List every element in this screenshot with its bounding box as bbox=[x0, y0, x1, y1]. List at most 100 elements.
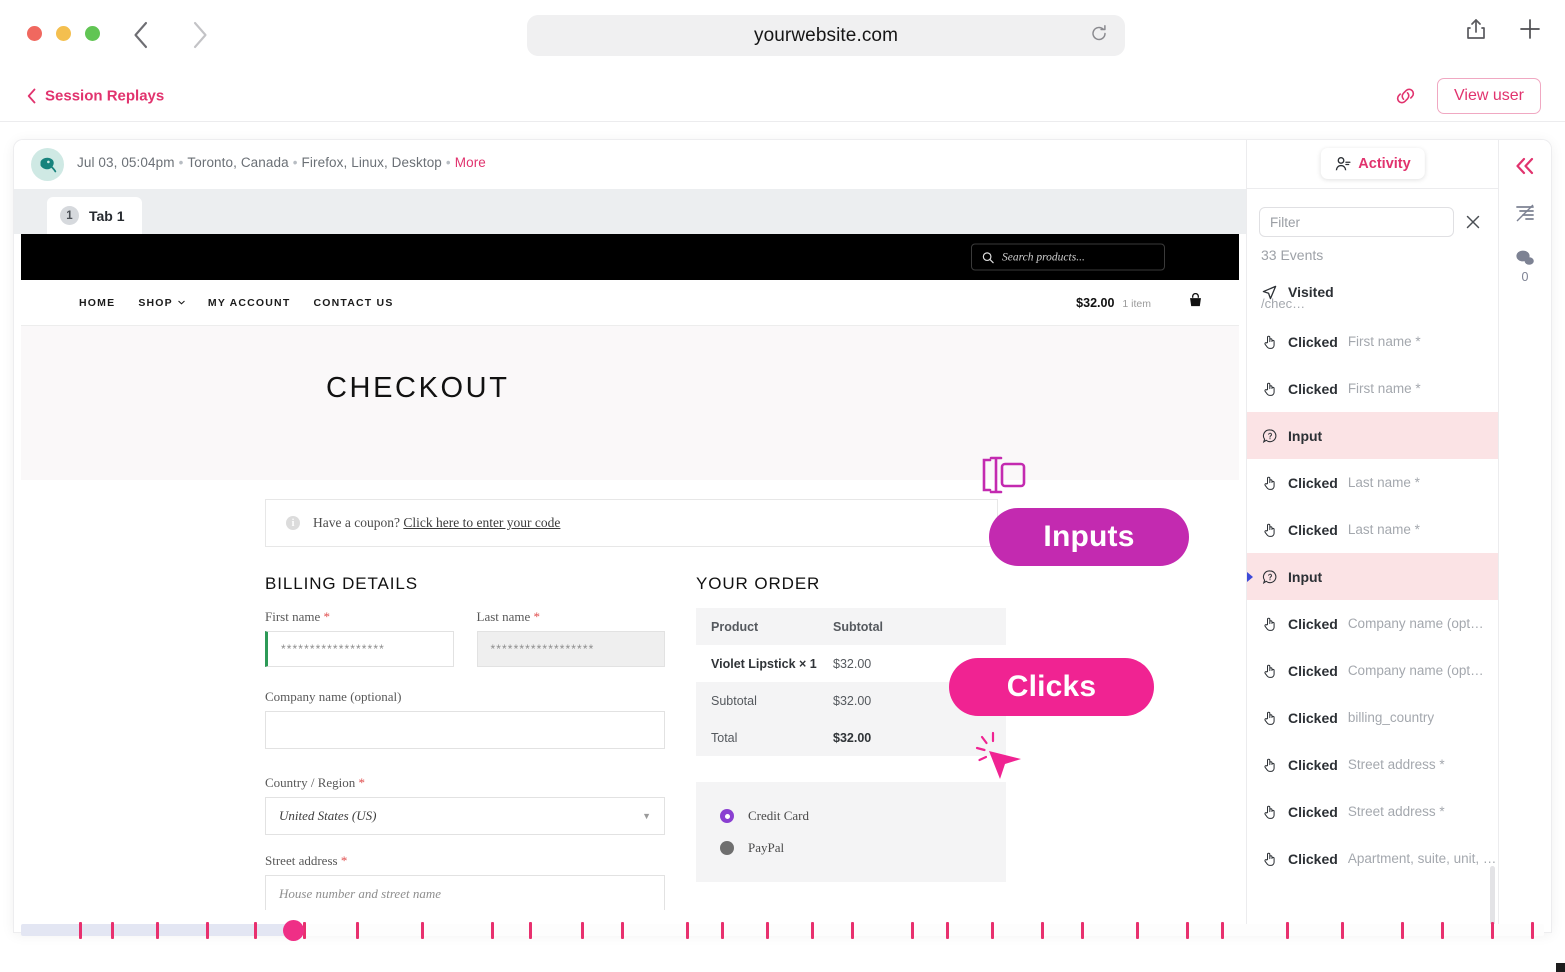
site-nav-my-account[interactable]: MY ACCOUNT bbox=[208, 297, 291, 309]
clicks-annotation-badge: Clicks bbox=[949, 658, 1154, 716]
country-label: Country / Region * bbox=[265, 775, 665, 791]
timeline-tick bbox=[254, 922, 257, 939]
list-item[interactable]: Clicked Last name * bbox=[1247, 459, 1498, 506]
payment-methods: Credit Card PayPal bbox=[696, 782, 1006, 882]
event-type: Visited bbox=[1288, 284, 1334, 300]
street-label: Street address * bbox=[265, 853, 665, 869]
company-input[interactable] bbox=[265, 711, 665, 749]
last-name-field-group: Last name * ****************** bbox=[476, 609, 666, 667]
info-icon: i bbox=[286, 516, 300, 530]
user-activity-icon bbox=[1335, 156, 1351, 170]
required-asterisk: * bbox=[533, 609, 541, 624]
country-select[interactable]: United States (US) ▼ bbox=[265, 797, 665, 835]
checkout-hero: CHECKOUT bbox=[21, 326, 1239, 480]
timeline-scrubber-handle[interactable] bbox=[283, 920, 304, 941]
back-link-label: Session Replays bbox=[45, 87, 165, 104]
last-name-input[interactable]: ****************** bbox=[476, 631, 665, 667]
list-item[interactable]: Input bbox=[1247, 553, 1498, 600]
basket-icon[interactable] bbox=[1188, 292, 1203, 313]
network-waterfall-button[interactable] bbox=[1514, 202, 1536, 224]
event-type: Clicked bbox=[1288, 803, 1338, 820]
list-item[interactable]: Clicked Apartment, suite, unit, … bbox=[1247, 835, 1498, 882]
site-nav-shop-label: SHOP bbox=[138, 296, 173, 309]
order-row-label: Subtotal bbox=[711, 693, 757, 708]
site-nav-contact-us[interactable]: CONTACT US bbox=[313, 297, 393, 309]
list-item[interactable]: Clicked billing_country bbox=[1247, 694, 1498, 741]
pointer-hand-icon bbox=[1261, 804, 1278, 820]
chevron-left-icon[interactable] bbox=[120, 15, 160, 55]
country-selected-value: United States (US) bbox=[279, 808, 377, 823]
plus-icon[interactable] bbox=[1517, 16, 1543, 42]
session-more-link[interactable]: More bbox=[455, 155, 486, 170]
event-target: billing_country bbox=[1347, 710, 1435, 725]
coupon-link[interactable]: Click here to enter your code bbox=[403, 515, 560, 530]
events-list[interactable]: Visited /chec… Clicked First name * Clic… bbox=[1247, 276, 1498, 932]
first-name-input[interactable]: ****************** bbox=[265, 631, 454, 667]
list-item[interactable]: Visited bbox=[1247, 276, 1498, 308]
search-placeholder: Search products... bbox=[1002, 251, 1085, 263]
street-address-input[interactable]: House number and street name bbox=[265, 875, 665, 910]
reload-icon[interactable] bbox=[1089, 23, 1109, 48]
resize-corner[interactable] bbox=[1556, 963, 1565, 972]
list-item[interactable]: Clicked Street address * bbox=[1247, 788, 1498, 835]
name-fields-row: First name * ****************** Last nam… bbox=[265, 594, 665, 667]
timeline-tick bbox=[686, 922, 689, 939]
close-icon[interactable] bbox=[1462, 211, 1484, 233]
timeline-tick bbox=[721, 922, 724, 939]
session-device: Firefox, Linux, Desktop bbox=[301, 155, 442, 170]
radio-unselected-icon[interactable] bbox=[720, 841, 734, 855]
timeline-tick bbox=[421, 922, 424, 939]
last-name-label: Last name * bbox=[477, 609, 666, 625]
url-text: yourwebsite.com bbox=[753, 24, 899, 46]
site-nav-shop[interactable]: SHOP bbox=[138, 297, 185, 309]
required-asterisk: * bbox=[323, 609, 331, 624]
order-col-subtotal: Subtotal bbox=[833, 619, 883, 634]
maximize-window-button[interactable] bbox=[85, 26, 100, 41]
comments-button[interactable]: 0 bbox=[1514, 248, 1536, 284]
view-user-button[interactable]: View user bbox=[1437, 77, 1541, 114]
replay-timeline[interactable] bbox=[21, 912, 1544, 948]
list-item[interactable]: Input bbox=[1247, 412, 1498, 459]
collapse-panel-button[interactable] bbox=[1513, 154, 1537, 178]
order-table-header: Product Subtotal bbox=[696, 608, 1006, 645]
pointer-hand-icon bbox=[1261, 475, 1278, 491]
timeline-tick bbox=[946, 922, 949, 939]
coupon-bar: i Have a coupon? Click here to enter you… bbox=[265, 499, 998, 547]
share-icon[interactable] bbox=[1463, 16, 1489, 42]
browser-right-controls bbox=[1463, 16, 1543, 42]
click-cursor-icon bbox=[971, 729, 1027, 790]
inputs-annotation-badge: Inputs bbox=[989, 508, 1189, 566]
list-item[interactable]: Clicked Company name (opt… bbox=[1247, 647, 1498, 694]
navigation-arrow-icon bbox=[1261, 285, 1278, 300]
input-bubble-icon bbox=[1261, 569, 1278, 585]
tab-activity-label: Activity bbox=[1358, 155, 1411, 172]
address-bar[interactable]: yourwebsite.com bbox=[527, 15, 1125, 56]
timeline-tick bbox=[911, 922, 914, 939]
filter-input[interactable]: Filter bbox=[1259, 207, 1454, 237]
radio-selected-icon[interactable] bbox=[720, 809, 734, 823]
back-to-session-replays-link[interactable]: Session Replays bbox=[27, 87, 164, 104]
close-window-button[interactable] bbox=[27, 26, 42, 41]
required-asterisk: * bbox=[358, 775, 366, 790]
right-rail: 0 bbox=[1498, 140, 1551, 932]
avatar bbox=[31, 148, 64, 181]
session-replay-player: Jul 03, 05:04pm • Toronto, Canada • Firefox,… bbox=[14, 140, 1551, 932]
link-icon[interactable] bbox=[1394, 86, 1417, 106]
list-item[interactable]: Clicked Company name (opt… bbox=[1247, 600, 1498, 647]
list-item[interactable]: Clicked Street address * bbox=[1247, 741, 1498, 788]
chevron-right-icon[interactable] bbox=[180, 15, 220, 55]
list-item[interactable]: Clicked First name * bbox=[1247, 365, 1498, 412]
payment-option-credit-card[interactable]: Credit Card bbox=[696, 800, 1006, 832]
site-nav-home[interactable]: HOME bbox=[79, 297, 115, 309]
payment-option-paypal[interactable]: PayPal bbox=[696, 832, 1006, 864]
minimize-window-button[interactable] bbox=[56, 26, 71, 41]
list-item[interactable]: Clicked Last name * bbox=[1247, 506, 1498, 553]
list-item[interactable]: Clicked First name * bbox=[1247, 318, 1498, 365]
cart-summary[interactable]: $32.00 1 item bbox=[1076, 296, 1151, 310]
search-input[interactable]: Search products... bbox=[971, 243, 1165, 271]
tab-activity[interactable]: Activity bbox=[1320, 148, 1425, 179]
replay-tab-1[interactable]: 1 Tab 1 bbox=[47, 197, 142, 234]
timeline-tick bbox=[851, 922, 854, 939]
street-field-group: Street address * House number and street… bbox=[265, 853, 665, 910]
browser-chrome: yourwebsite.com bbox=[0, 0, 1565, 70]
